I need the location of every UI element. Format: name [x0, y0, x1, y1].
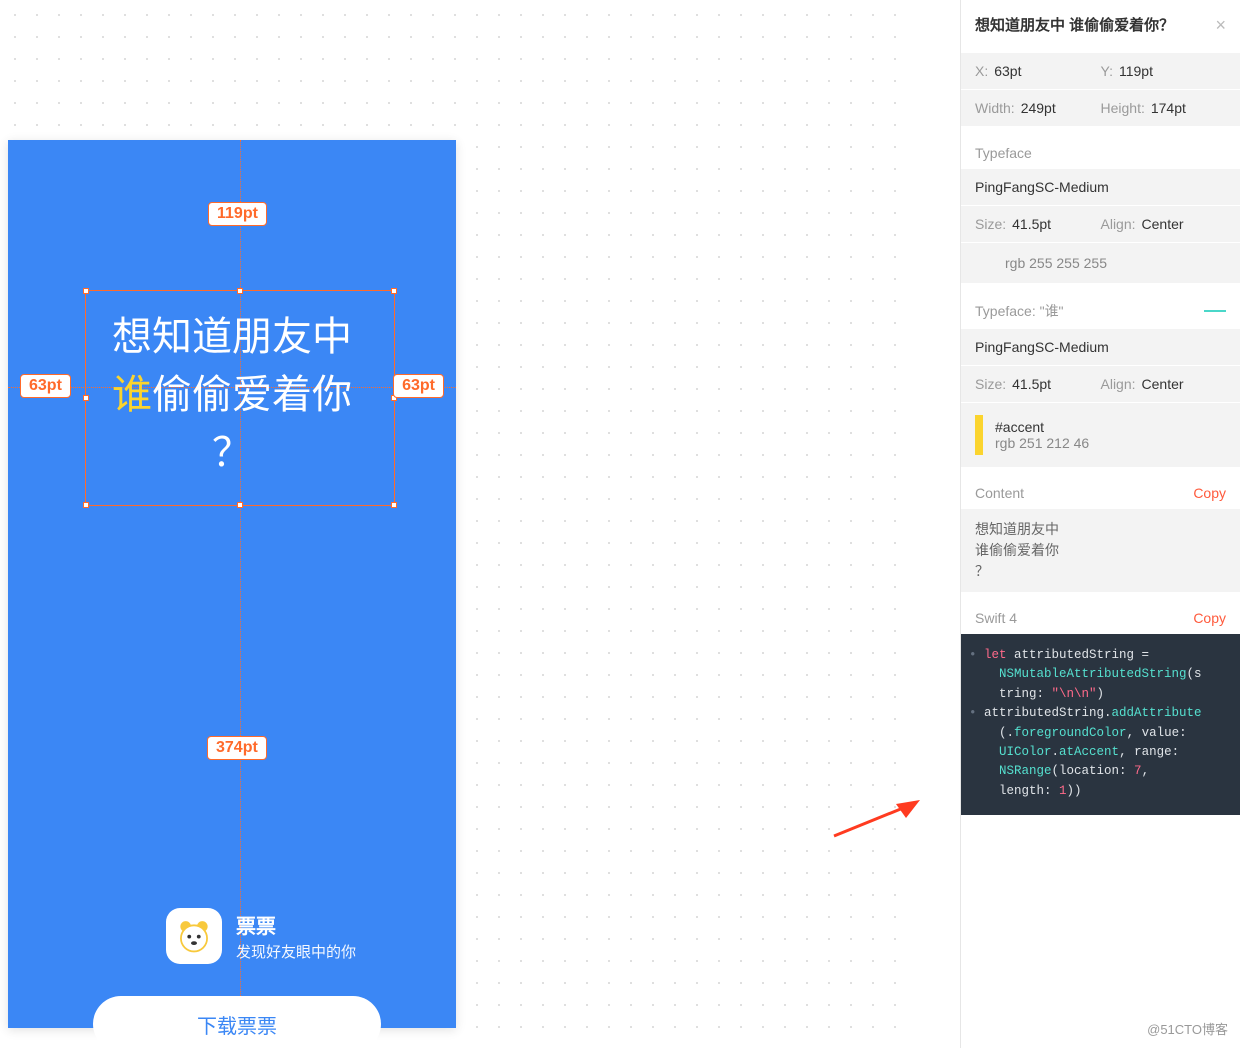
headline-line1: 想知道朋友中: [112, 315, 352, 359]
size-value: 41.5pt: [1012, 216, 1051, 232]
headline-accent: 谁: [112, 373, 152, 417]
app-subtitle: 发现好友眼中的你: [236, 941, 356, 962]
font-name: PingFangSC-Medium: [975, 179, 1109, 195]
x-label: X:: [975, 63, 988, 79]
color-value: rgb 255 255 255: [1005, 255, 1107, 271]
width-label: Width:: [975, 100, 1015, 116]
resize-handle[interactable]: [391, 502, 397, 508]
code-section: Swift 4 Copy: [961, 592, 1240, 634]
x-value: 63pt: [994, 63, 1021, 79]
typeface-section: Typeface: [961, 127, 1240, 169]
inspector-header: 想知道朋友中 谁偷偷爱着你？ ×: [961, 0, 1240, 53]
headline-line3: ？: [212, 431, 252, 475]
bear-icon: [175, 917, 213, 955]
design-canvas[interactable]: 119pt 63pt 63pt 374pt 想知道朋友中 谁偷偷爱着你 ？: [0, 0, 910, 1048]
copy-code-button[interactable]: Copy: [1193, 610, 1226, 626]
typeface2-label: Typeface: "谁": [975, 301, 1064, 321]
font2-name: PingFangSC-Medium: [975, 339, 1109, 355]
download-button[interactable]: 下载票票: [93, 996, 381, 1052]
color-row[interactable]: rgb 255 255 255: [961, 243, 1240, 283]
y-value: 119pt: [1119, 63, 1153, 79]
content-section: Content Copy: [961, 467, 1240, 509]
measure-bottom: 374pt: [207, 736, 267, 760]
ruler-vertical: [240, 140, 241, 1028]
y-label: Y:: [1101, 63, 1113, 79]
resize-handle[interactable]: [237, 288, 243, 294]
accent-rgb: rgb 251 212 46: [995, 435, 1089, 451]
height-value: 174pt: [1151, 100, 1186, 116]
measure-right: 63pt: [393, 374, 444, 398]
resize-handle[interactable]: [237, 502, 243, 508]
width-value: 249pt: [1021, 100, 1056, 116]
headline-line2-rest: 偷偷爱着你: [152, 373, 352, 417]
size-label: Size:: [975, 216, 1006, 232]
annotation-arrow-icon: [830, 800, 920, 840]
resize-handle[interactable]: [391, 288, 397, 294]
resize-handle[interactable]: [83, 502, 89, 508]
align2-label: Align:: [1101, 376, 1136, 392]
typeface2-section: Typeface: "谁": [961, 283, 1240, 329]
accent-underline-icon: [1204, 310, 1226, 312]
align-value: Center: [1142, 216, 1184, 232]
size-row: Width: 249pt Height: 174pt: [961, 90, 1240, 127]
position-row: X: 63pt Y: 119pt: [961, 53, 1240, 90]
close-icon[interactable]: ×: [1215, 16, 1226, 34]
font-row: PingFangSC-Medium: [961, 169, 1240, 206]
size2-label: Size:: [975, 376, 1006, 392]
typeface-label: Typeface: [975, 145, 1032, 161]
measure-top: 119pt: [208, 202, 267, 226]
app-info: 票票 发现好友眼中的你: [166, 908, 356, 964]
color-swatch-icon: [975, 415, 983, 455]
size2-value: 41.5pt: [1012, 376, 1051, 392]
font2-metrics-row: Size: 41.5pt Align: Center: [961, 366, 1240, 403]
resize-handle[interactable]: [83, 288, 89, 294]
content-text[interactable]: 想知道朋友中 谁偷偷爱着你 ？: [961, 509, 1240, 592]
code-label: Swift 4: [975, 610, 1017, 626]
accent-name: #accent: [995, 419, 1089, 435]
headline-text[interactable]: 想知道朋友中 谁偷偷爱着你 ？: [71, 308, 393, 482]
measure-left: 63pt: [20, 374, 71, 398]
watermark: @51CTO博客: [1147, 1019, 1228, 1038]
copy-content-button[interactable]: Copy: [1193, 485, 1226, 501]
app-name: 票票: [236, 910, 356, 939]
inspector-panel: 想知道朋友中 谁偷偷爱着你？ × X: 63pt Y: 119pt Width: 24…: [960, 0, 1240, 1048]
height-label: Height:: [1101, 100, 1145, 116]
align2-value: Center: [1142, 376, 1184, 392]
accent-color-row[interactable]: #accent rgb 251 212 46: [961, 403, 1240, 467]
inspector-title: 想知道朋友中 谁偷偷爱着你？: [975, 14, 1174, 35]
font-metrics-row: Size: 41.5pt Align: Center: [961, 206, 1240, 243]
code-block[interactable]: • let attributedString = NSMutableAttrib…: [961, 634, 1240, 815]
content-label: Content: [975, 485, 1024, 501]
artboard[interactable]: 119pt 63pt 63pt 374pt 想知道朋友中 谁偷偷爱着你 ？: [8, 140, 456, 1028]
align-label: Align:: [1101, 216, 1136, 232]
app-icon: [166, 908, 222, 964]
font2-row: PingFangSC-Medium: [961, 329, 1240, 366]
